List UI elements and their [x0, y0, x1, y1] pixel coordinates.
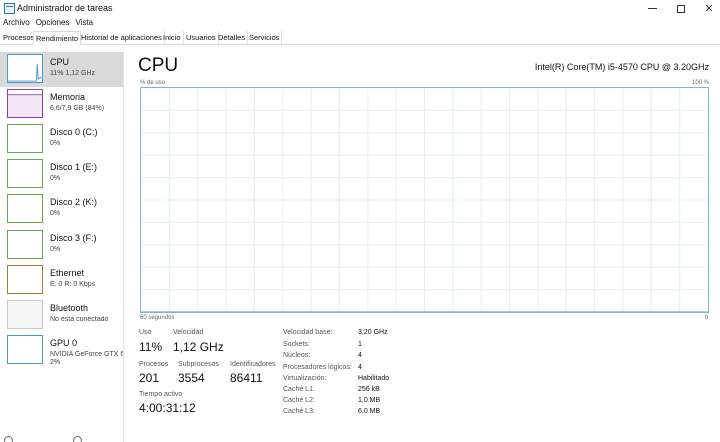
disk-thumbnail — [7, 194, 43, 223]
disk-thumbnail — [7, 230, 43, 259]
bottom-bar — [4, 436, 82, 442]
sidebar-item-value: E: 0 R: 0 Kbps — [50, 281, 96, 288]
cpu-model-name: Intel(R) Core(TM) i5-4570 CPU @ 3.20GHz — [534, 62, 709, 72]
detail-value: 1,0 MB — [358, 397, 381, 404]
detail-value: 1 — [358, 341, 362, 348]
sidebar-item-value-2: 2% — [50, 359, 61, 366]
menu-archivo[interactable]: Archivo — [0, 17, 33, 30]
detail-label: Velocidad base: — [283, 329, 333, 336]
velocidad-value: 1,12 GHz — [173, 340, 224, 354]
sidebar-item-disco-2[interactable]: Disco 2 (K:) 0% — [0, 192, 123, 227]
sidebar-item-bluetooth[interactable]: Bluetooth No está conectado — [0, 298, 123, 333]
detail-label: Caché L1: — [283, 386, 315, 393]
tiempo-activo-value: 4:00:31:12 — [139, 401, 196, 415]
sidebar-item-memoria[interactable]: Memoria 6,6/7,9 GB (84%) — [0, 87, 123, 122]
identificadores-label: Identificadores — [230, 361, 276, 368]
fewer-details-icon[interactable] — [4, 436, 13, 442]
tab-inicio[interactable]: Inicio — [161, 31, 184, 45]
tab-rendimiento[interactable]: Rendimiento — [33, 31, 82, 45]
sidebar-item-value: 0% — [50, 210, 61, 217]
sidebar-item-cpu[interactable]: CPU 11% 1,12 GHz — [0, 52, 123, 87]
sidebar-item-gpu[interactable]: GPU 0 NVIDIA GeForce GTX 660 2% — [0, 333, 123, 373]
uso-label: Uso — [139, 329, 152, 336]
procesos-value: 201 — [139, 371, 160, 385]
detail-label: Procesadores lógicos: — [283, 364, 352, 371]
sidebar-item-value: 6,6/7,9 GB (84%) — [50, 105, 105, 112]
velocidad-label: Velocidad — [173, 329, 204, 336]
detail-value: 256 kB — [358, 386, 380, 393]
title-bar: Administrador de tareas ✕ — [0, 0, 720, 17]
task-manager-icon — [4, 3, 15, 14]
detail-label: Núcleos: — [283, 352, 311, 359]
menu-vista[interactable]: Vista — [72, 17, 96, 30]
tiempo-activo-label: Tiempo activo — [139, 391, 183, 398]
disk-thumbnail — [7, 124, 43, 153]
sidebar-item-label: CPU — [50, 57, 70, 67]
minimize-button[interactable] — [639, 0, 665, 17]
detail-label: Virtualización: — [283, 375, 327, 382]
sidebar-item-label: Disco 1 (E:) — [50, 162, 98, 172]
bluetooth-thumbnail — [7, 300, 43, 329]
resource-sidebar: CPU 11% 1,12 GHz Memoria 6,6/7,9 GB (84%… — [0, 46, 124, 442]
sidebar-item-value: 11% 1,12 GHz — [50, 70, 96, 77]
gpu-thumbnail — [7, 335, 43, 364]
x-axis-label: 60 segundos — [140, 315, 175, 321]
cpu-thumbnail — [7, 54, 43, 83]
tab-servicios[interactable]: Servicios — [247, 31, 283, 45]
menu-bar: Archivo Opciones Vista — [0, 17, 96, 30]
memory-thumbnail — [7, 89, 43, 118]
sidebar-item-value: 0% — [50, 175, 61, 182]
sidebar-item-value: No está conectado — [50, 316, 109, 323]
tab-usuarios[interactable]: Usuarios — [184, 31, 219, 45]
maximize-button[interactable] — [668, 0, 694, 17]
sidebar-item-label: Disco 3 (F:) — [50, 233, 97, 243]
sidebar-item-disco-3[interactable]: Disco 3 (F:) 0% — [0, 228, 123, 263]
sidebar-item-label: Bluetooth — [50, 303, 89, 313]
sidebar-item-value: 0% — [50, 246, 61, 253]
page-title: CPU — [138, 55, 179, 76]
sidebar-item-label: Disco 2 (K:) — [50, 197, 98, 207]
ethernet-thumbnail — [7, 265, 43, 294]
sidebar-item-value: 0% — [50, 140, 61, 147]
sidebar-item-disco-1[interactable]: Disco 1 (E:) 0% — [0, 157, 123, 192]
detail-label: Caché L3: — [283, 408, 315, 415]
subprocesos-label: Subprocesos — [178, 361, 219, 368]
detail-value: 3,20 GHz — [358, 329, 388, 336]
subprocesos-value: 3554 — [178, 371, 205, 385]
resource-monitor-icon[interactable] — [73, 436, 82, 442]
maximize-icon — [677, 4, 685, 13]
sidebar-item-label: GPU 0 — [50, 338, 78, 348]
detail-value: 4 — [358, 352, 362, 359]
cpu-usage-graph — [140, 87, 709, 313]
detail-label: Caché L2: — [283, 397, 315, 404]
identificadores-value: 86411 — [230, 371, 263, 385]
sidebar-item-value: NVIDIA GeForce GTX 660 — [50, 351, 123, 358]
sidebar-item-ethernet[interactable]: Ethernet E: 0 R: 0 Kbps — [0, 263, 123, 298]
tab-detalles[interactable]: Detalles — [216, 31, 249, 45]
sidebar-item-label: Ethernet — [50, 268, 85, 278]
tab-bar: Procesos Rendimiento Historial de aplica… — [0, 31, 720, 45]
y-axis-max-label: 100 % — [692, 80, 710, 86]
procesos-label: Procesos — [139, 361, 169, 368]
sidebar-item-disco-0[interactable]: Disco 0 (C:) 0% — [0, 122, 123, 157]
y-axis-label: % de uso — [140, 80, 166, 86]
x-axis-end-label: 0 — [705, 315, 709, 321]
detail-value: Habilitado — [358, 375, 390, 382]
disk-thumbnail — [7, 159, 43, 188]
sidebar-item-label: Memoria — [50, 92, 86, 102]
uso-value: 11% — [139, 340, 163, 354]
close-icon: ✕ — [704, 3, 714, 15]
tab-procesos[interactable]: Procesos — [1, 31, 38, 45]
detail-value: 6,0 MB — [358, 408, 381, 415]
detail-value: 4 — [358, 364, 362, 371]
window-title: Administrador de tareas — [17, 3, 113, 13]
sidebar-item-label: Disco 0 (C:) — [50, 127, 98, 137]
menu-opciones[interactable]: Opciones — [33, 17, 73, 30]
cpu-usage-chart — [141, 88, 708, 312]
detail-label: Sockets: — [283, 341, 310, 348]
tab-historial[interactable]: Historial de aplicaciones — [79, 31, 165, 45]
close-button[interactable]: ✕ — [696, 0, 720, 17]
minimize-icon — [647, 8, 657, 9]
